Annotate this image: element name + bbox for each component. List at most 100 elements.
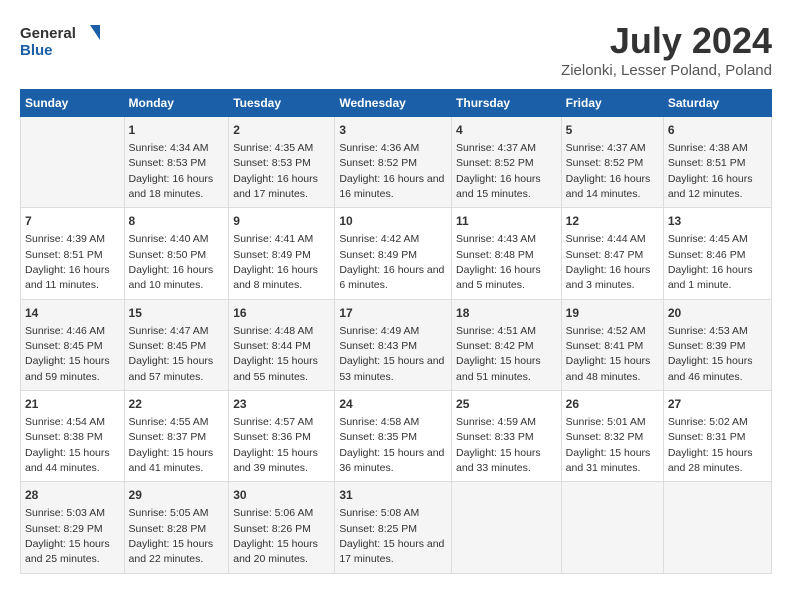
calendar-header: SundayMondayTuesdayWednesdayThursdayFrid… [21,90,772,117]
day-number: 24 [339,396,447,413]
day-number: 19 [566,305,659,322]
calendar-cell: 28 Sunrise: 5:03 AMSunset: 8:29 PMDaylig… [21,482,125,573]
day-number: 21 [25,396,120,413]
day-number: 29 [129,487,225,504]
calendar-cell: 15 Sunrise: 4:47 AMSunset: 8:45 PMDaylig… [124,299,229,390]
day-info: Sunrise: 4:55 AMSunset: 8:37 PMDaylight:… [129,416,214,474]
day-info: Sunrise: 4:36 AMSunset: 8:52 PMDaylight:… [339,142,444,200]
calendar-cell: 27 Sunrise: 5:02 AMSunset: 8:31 PMDaylig… [663,391,771,482]
day-info: Sunrise: 4:39 AMSunset: 8:51 PMDaylight:… [25,233,110,291]
calendar-cell: 17 Sunrise: 4:49 AMSunset: 8:43 PMDaylig… [335,299,452,390]
day-info: Sunrise: 4:45 AMSunset: 8:46 PMDaylight:… [668,233,753,291]
day-number: 18 [456,305,557,322]
day-info: Sunrise: 4:57 AMSunset: 8:36 PMDaylight:… [233,416,318,474]
calendar-cell: 23 Sunrise: 4:57 AMSunset: 8:36 PMDaylig… [229,391,335,482]
calendar-cell: 2 Sunrise: 4:35 AMSunset: 8:53 PMDayligh… [229,117,335,208]
day-info: Sunrise: 4:42 AMSunset: 8:49 PMDaylight:… [339,233,444,291]
day-number: 30 [233,487,330,504]
day-number: 13 [668,213,767,230]
calendar-cell: 8 Sunrise: 4:40 AMSunset: 8:50 PMDayligh… [124,208,229,299]
day-info: Sunrise: 4:35 AMSunset: 8:53 PMDaylight:… [233,142,318,200]
day-number: 22 [129,396,225,413]
day-info: Sunrise: 4:44 AMSunset: 8:47 PMDaylight:… [566,233,651,291]
day-number: 8 [129,213,225,230]
calendar-cell: 18 Sunrise: 4:51 AMSunset: 8:42 PMDaylig… [452,299,562,390]
day-number: 10 [339,213,447,230]
day-info: Sunrise: 4:37 AMSunset: 8:52 PMDaylight:… [566,142,651,200]
day-number: 5 [566,122,659,139]
calendar-cell [663,482,771,573]
calendar-cell: 7 Sunrise: 4:39 AMSunset: 8:51 PMDayligh… [21,208,125,299]
calendar-cell: 29 Sunrise: 5:05 AMSunset: 8:28 PMDaylig… [124,482,229,573]
calendar-cell: 4 Sunrise: 4:37 AMSunset: 8:52 PMDayligh… [452,117,562,208]
day-info: Sunrise: 4:34 AMSunset: 8:53 PMDaylight:… [129,142,214,200]
calendar-cell: 3 Sunrise: 4:36 AMSunset: 8:52 PMDayligh… [335,117,452,208]
weekday-row: SundayMondayTuesdayWednesdayThursdayFrid… [21,90,772,117]
day-number: 4 [456,122,557,139]
day-info: Sunrise: 5:03 AMSunset: 8:29 PMDaylight:… [25,507,110,565]
svg-text:Blue: Blue [20,42,53,59]
day-info: Sunrise: 4:52 AMSunset: 8:41 PMDaylight:… [566,325,651,383]
calendar-cell: 13 Sunrise: 4:45 AMSunset: 8:46 PMDaylig… [663,208,771,299]
day-number: 12 [566,213,659,230]
day-info: Sunrise: 4:37 AMSunset: 8:52 PMDaylight:… [456,142,541,200]
calendar-cell [452,482,562,573]
calendar-week-row: 28 Sunrise: 5:03 AMSunset: 8:29 PMDaylig… [21,482,772,573]
subtitle: Zielonki, Lesser Poland, Poland [561,62,772,79]
calendar-cell [561,482,663,573]
day-number: 1 [129,122,225,139]
calendar-week-row: 21 Sunrise: 4:54 AMSunset: 8:38 PMDaylig… [21,391,772,482]
svg-text:General: General [20,25,76,42]
title-section: July 2024 Zielonki, Lesser Poland, Polan… [561,20,772,79]
day-info: Sunrise: 4:47 AMSunset: 8:45 PMDaylight:… [129,325,214,383]
calendar-cell: 16 Sunrise: 4:48 AMSunset: 8:44 PMDaylig… [229,299,335,390]
calendar-week-row: 14 Sunrise: 4:46 AMSunset: 8:45 PMDaylig… [21,299,772,390]
header: General Blue July 2024 Zielonki, Lesser … [20,20,772,79]
calendar-cell: 21 Sunrise: 4:54 AMSunset: 8:38 PMDaylig… [21,391,125,482]
day-number: 14 [25,305,120,322]
day-number: 2 [233,122,330,139]
day-info: Sunrise: 4:41 AMSunset: 8:49 PMDaylight:… [233,233,318,291]
weekday-header: Tuesday [229,90,335,117]
day-number: 16 [233,305,330,322]
day-number: 31 [339,487,447,504]
day-info: Sunrise: 4:40 AMSunset: 8:50 PMDaylight:… [129,233,214,291]
day-number: 25 [456,396,557,413]
day-info: Sunrise: 5:05 AMSunset: 8:28 PMDaylight:… [129,507,214,565]
day-info: Sunrise: 4:43 AMSunset: 8:48 PMDaylight:… [456,233,541,291]
day-number: 27 [668,396,767,413]
day-info: Sunrise: 5:02 AMSunset: 8:31 PMDaylight:… [668,416,753,474]
calendar-cell: 30 Sunrise: 5:06 AMSunset: 8:26 PMDaylig… [229,482,335,573]
weekday-header: Wednesday [335,90,452,117]
day-info: Sunrise: 4:48 AMSunset: 8:44 PMDaylight:… [233,325,318,383]
day-info: Sunrise: 4:54 AMSunset: 8:38 PMDaylight:… [25,416,110,474]
calendar-week-row: 1 Sunrise: 4:34 AMSunset: 8:53 PMDayligh… [21,117,772,208]
calendar-cell: 22 Sunrise: 4:55 AMSunset: 8:37 PMDaylig… [124,391,229,482]
calendar-cell: 9 Sunrise: 4:41 AMSunset: 8:49 PMDayligh… [229,208,335,299]
day-number: 28 [25,487,120,504]
day-info: Sunrise: 4:58 AMSunset: 8:35 PMDaylight:… [339,416,444,474]
weekday-header: Saturday [663,90,771,117]
day-info: Sunrise: 4:51 AMSunset: 8:42 PMDaylight:… [456,325,541,383]
weekday-header: Friday [561,90,663,117]
day-info: Sunrise: 5:06 AMSunset: 8:26 PMDaylight:… [233,507,318,565]
day-number: 20 [668,305,767,322]
calendar-cell: 12 Sunrise: 4:44 AMSunset: 8:47 PMDaylig… [561,208,663,299]
day-number: 15 [129,305,225,322]
day-number: 26 [566,396,659,413]
calendar-cell: 14 Sunrise: 4:46 AMSunset: 8:45 PMDaylig… [21,299,125,390]
day-number: 6 [668,122,767,139]
logo-svg: General Blue [20,20,100,65]
calendar-cell: 24 Sunrise: 4:58 AMSunset: 8:35 PMDaylig… [335,391,452,482]
weekday-header: Thursday [452,90,562,117]
calendar-body: 1 Sunrise: 4:34 AMSunset: 8:53 PMDayligh… [21,117,772,574]
day-info: Sunrise: 4:49 AMSunset: 8:43 PMDaylight:… [339,325,444,383]
day-info: Sunrise: 4:46 AMSunset: 8:45 PMDaylight:… [25,325,110,383]
day-number: 7 [25,213,120,230]
day-info: Sunrise: 5:08 AMSunset: 8:25 PMDaylight:… [339,507,444,565]
day-number: 23 [233,396,330,413]
calendar-cell: 25 Sunrise: 4:59 AMSunset: 8:33 PMDaylig… [452,391,562,482]
logo: General Blue [20,20,100,65]
day-info: Sunrise: 4:59 AMSunset: 8:33 PMDaylight:… [456,416,541,474]
day-info: Sunrise: 4:38 AMSunset: 8:51 PMDaylight:… [668,142,753,200]
